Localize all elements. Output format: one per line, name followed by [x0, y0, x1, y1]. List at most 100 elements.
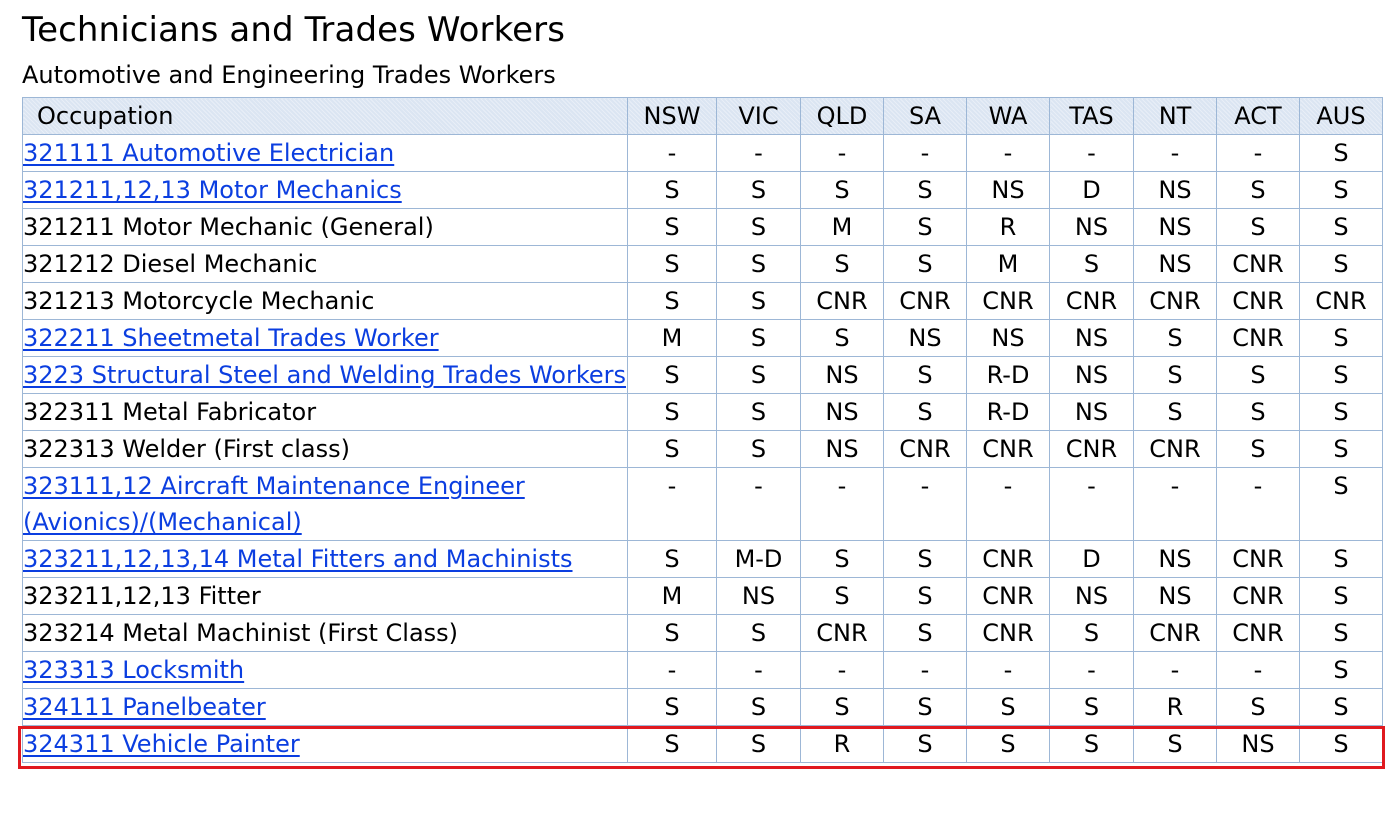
value-cell-tas: S: [1049, 245, 1134, 283]
occupation-label: 321212 Diesel Mechanic: [23, 250, 318, 278]
occupation-link[interactable]: 323111,12 Aircraft Maintenance Engineer …: [23, 472, 525, 536]
value-cell-aus: S: [1299, 651, 1383, 689]
occupation-link[interactable]: 323211,12,13,14 Metal Fitters and Machin…: [23, 545, 573, 573]
header-aus: AUS: [1299, 97, 1383, 135]
value-cell-nt: R: [1133, 688, 1217, 726]
value-cell-tas: S: [1049, 725, 1134, 763]
value-cell-act: -: [1216, 134, 1300, 172]
value-cell-qld: S: [800, 688, 884, 726]
value-cell-nt: CNR: [1133, 430, 1217, 468]
value-cell-sa: S: [883, 245, 967, 283]
value-cell-wa: R-D: [966, 356, 1050, 394]
occupation-link[interactable]: 324111 Panelbeater: [23, 693, 266, 721]
occupation-cell: 322211 Sheetmetal Trades Worker: [22, 319, 628, 357]
value-cell-wa: M: [966, 245, 1050, 283]
value-cell-wa: S: [966, 688, 1050, 726]
value-cell-tas: NS: [1049, 208, 1134, 246]
value-cell-nsw: S: [627, 430, 717, 468]
table-row: 322311 Metal Fabricator S S NS S R-D NS S S S: [22, 393, 1383, 431]
occupation-link[interactable]: 323313 Locksmith: [23, 656, 244, 684]
value-cell-qld: -: [800, 467, 884, 541]
value-cell-aus: S: [1299, 430, 1383, 468]
value-cell-aus: S: [1299, 393, 1383, 431]
header-tas: TAS: [1049, 97, 1134, 135]
value-cell-aus: S: [1299, 171, 1383, 209]
value-cell-vic: S: [716, 430, 801, 468]
value-cell-qld: -: [800, 134, 884, 172]
occupation-cell: 323111,12 Aircraft Maintenance Engineer …: [22, 467, 628, 541]
value-cell-act: CNR: [1216, 540, 1300, 578]
value-cell-tas: NS: [1049, 356, 1134, 394]
value-cell-vic: -: [716, 134, 801, 172]
occupation-label: 321211 Motor Mechanic (General): [23, 213, 434, 241]
header-wa: WA: [966, 97, 1050, 135]
value-cell-qld: S: [800, 319, 884, 357]
occupation-cell: 321213 Motorcycle Mechanic: [22, 282, 628, 320]
value-cell-vic: NS: [716, 577, 801, 615]
table-row: 321212 Diesel Mechanic S S S S M S NS CNR S: [22, 245, 1383, 283]
header-sa: SA: [883, 97, 967, 135]
value-cell-nt: NS: [1133, 208, 1217, 246]
value-cell-aus: S: [1299, 577, 1383, 615]
value-cell-act: CNR: [1216, 614, 1300, 652]
value-cell-qld: CNR: [800, 614, 884, 652]
value-cell-wa: CNR: [966, 577, 1050, 615]
value-cell-wa: -: [966, 651, 1050, 689]
value-cell-sa: CNR: [883, 282, 967, 320]
value-cell-vic: -: [716, 651, 801, 689]
value-cell-nt: -: [1133, 134, 1217, 172]
value-cell-wa: CNR: [966, 540, 1050, 578]
value-cell-tas: D: [1049, 540, 1134, 578]
header-nsw: NSW: [627, 97, 717, 135]
occupation-label: 323214 Metal Machinist (First Class): [23, 619, 459, 647]
table-row: 323214 Metal Machinist (First Class) S S CN…: [22, 614, 1383, 652]
occupation-cell: 324311 Vehicle Painter: [22, 725, 628, 763]
occupation-link[interactable]: 324311 Vehicle Painter: [23, 730, 300, 758]
occupation-label: 323211,12,13 Fitter: [23, 582, 261, 610]
value-cell-act: S: [1216, 393, 1300, 431]
value-cell-nt: NS: [1133, 245, 1217, 283]
occupation-link[interactable]: 321211,12,13 Motor Mechanics: [23, 176, 402, 204]
value-cell-wa: CNR: [966, 614, 1050, 652]
occupation-cell: 321111 Automotive Electrician: [22, 134, 628, 172]
value-cell-sa: -: [883, 134, 967, 172]
value-cell-act: CNR: [1216, 577, 1300, 615]
value-cell-nt: NS: [1133, 577, 1217, 615]
occupation-cell: 322313 Welder (First class): [22, 430, 628, 468]
occupation-link[interactable]: 322211 Sheetmetal Trades Worker: [23, 324, 439, 352]
table-row: 323211,12,13 Fitter M NS S S CNR NS NS CNR S: [22, 577, 1383, 615]
value-cell-qld: M: [800, 208, 884, 246]
table-row: 324311 Vehicle Painter S S R S S S S NS S: [22, 725, 1383, 763]
occupation-label: 322311 Metal Fabricator: [23, 398, 317, 426]
value-cell-vic: S: [716, 245, 801, 283]
value-cell-sa: S: [883, 725, 967, 763]
value-cell-wa: CNR: [966, 282, 1050, 320]
table-row-highlighted: 324111 Panelbeater S S S S S S R S S: [22, 688, 1383, 726]
header-qld: QLD: [800, 97, 884, 135]
value-cell-aus: S: [1299, 319, 1383, 357]
table-row: 322211 Sheetmetal Trades Worker M S S NS NS NS…: [22, 319, 1383, 357]
value-cell-vic: S: [716, 356, 801, 394]
value-cell-nt: S: [1133, 725, 1217, 763]
table-row: 321111 Automotive Electrician - - - - - - - - S: [22, 134, 1383, 172]
value-cell-wa: NS: [966, 319, 1050, 357]
value-cell-sa: S: [883, 614, 967, 652]
value-cell-vic: S: [716, 171, 801, 209]
value-cell-act: CNR: [1216, 282, 1300, 320]
value-cell-vic: S: [716, 688, 801, 726]
value-cell-qld: S: [800, 540, 884, 578]
value-cell-nt: CNR: [1133, 282, 1217, 320]
value-cell-tas: S: [1049, 688, 1134, 726]
value-cell-act: -: [1216, 467, 1300, 541]
value-cell-nsw: M: [627, 577, 717, 615]
value-cell-vic: S: [716, 725, 801, 763]
table-row: 322313 Welder (First class) S S NS CNR CNR CNR…: [22, 430, 1383, 468]
occupation-link[interactable]: 321111 Automotive Electrician: [23, 139, 394, 167]
value-cell-sa: S: [883, 356, 967, 394]
value-cell-tas: NS: [1049, 319, 1134, 357]
occupation-link[interactable]: 3223 Structural Steel and Welding Trades…: [23, 361, 626, 389]
table-row: 321213 Motorcycle Mechanic S S CNR CNR CNR CNR…: [22, 282, 1383, 320]
page-title: Technicians and Trades Workers: [22, 10, 566, 50]
value-cell-sa: S: [883, 393, 967, 431]
value-cell-nt: NS: [1133, 540, 1217, 578]
